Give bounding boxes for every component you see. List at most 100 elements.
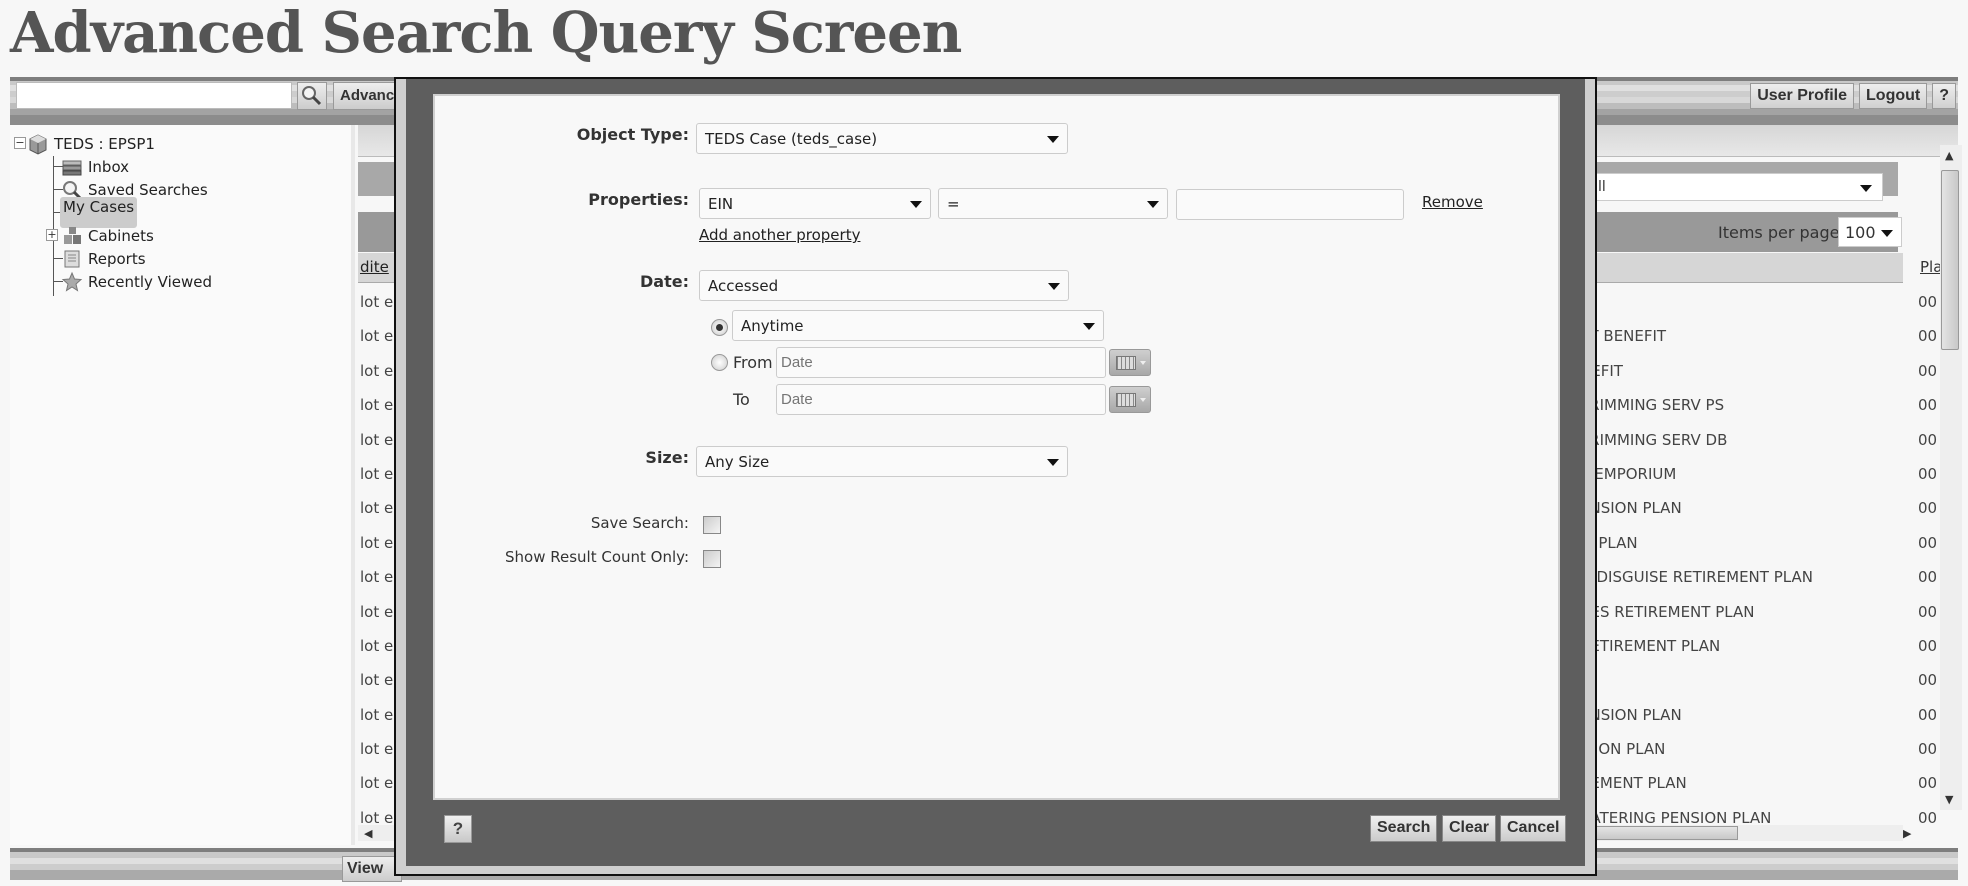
date-range-select[interactable]: Anytime xyxy=(732,310,1104,341)
page-title: Advanced Search Query Screen xyxy=(10,0,962,66)
advanced-search-dialog: Object Type: TEDS Case (teds_case) Prope… xyxy=(394,77,1597,876)
sidebar-item-reports[interactable]: Reports xyxy=(16,247,212,270)
magnifier-icon xyxy=(302,86,322,106)
object-type-label: Object Type: xyxy=(576,125,689,144)
table-cell: 00 xyxy=(1918,293,1938,311)
scrollbar-thumb[interactable] xyxy=(1941,170,1959,350)
user-profile-button[interactable]: User Profile xyxy=(1750,83,1855,109)
quick-search-input[interactable] xyxy=(16,82,292,109)
chevron-down-icon xyxy=(1083,323,1095,330)
sidebar-item-my-cases[interactable]: My Cases xyxy=(16,197,212,228)
reports-icon xyxy=(60,248,84,270)
chevron-down-icon xyxy=(1048,283,1060,290)
property-field-value: EIN xyxy=(708,195,734,213)
save-search-checkbox[interactable] xyxy=(703,516,721,534)
scroll-up-icon[interactable]: ▲ xyxy=(1945,149,1953,162)
table-cell: 00 xyxy=(1918,396,1938,415)
scroll-left-icon[interactable]: ◀ xyxy=(364,827,372,840)
save-search-label: Save Search: xyxy=(590,514,689,532)
table-cell: 00 xyxy=(1918,740,1938,759)
navigation-tree: − TEDS : EPSP1 Inbox Saved Searches My C… xyxy=(14,132,212,296)
items-per-page-select[interactable]: 100 xyxy=(1838,217,1902,247)
sidebar-item-cabinets[interactable]: + Cabinets xyxy=(16,224,212,247)
table-cell: 00 xyxy=(1918,808,1938,827)
dialog-form-panel: Object Type: TEDS Case (teds_case) Prope… xyxy=(433,94,1560,800)
scroll-right-icon[interactable]: ▶ xyxy=(1903,827,1911,840)
chevron-down-icon xyxy=(1147,201,1159,208)
tree-connector xyxy=(53,189,63,190)
navigation-tree-panel: − TEDS : EPSP1 Inbox Saved Searches My C… xyxy=(10,125,355,845)
table-cell: lot e xyxy=(360,499,394,518)
table-cell: TRIMMING SERV PS xyxy=(1580,396,1725,415)
calendar-icon xyxy=(1116,393,1136,407)
table-cell: 00 xyxy=(1918,671,1938,690)
table-cell: 00 xyxy=(1918,361,1938,380)
calendar-icon xyxy=(1116,356,1136,370)
to-date-input[interactable] xyxy=(776,384,1106,415)
collapse-toggle[interactable]: − xyxy=(14,137,26,149)
column-header-label[interactable]: dite xyxy=(360,258,389,276)
date-type-select[interactable]: Accessed xyxy=(699,270,1069,301)
table-cell: lot e xyxy=(360,671,394,690)
table-cell: CES RETIREMENT PLAN xyxy=(1580,602,1755,621)
to-label: To xyxy=(733,390,750,409)
filter-select[interactable]: ll xyxy=(1593,173,1883,201)
table-cell: 00 xyxy=(1918,602,1938,621)
table-cell: lot e xyxy=(360,636,394,655)
sidebar-item-label: Saved Searches xyxy=(88,180,208,199)
properties-label: Properties: xyxy=(588,190,689,209)
clear-button[interactable]: Clear xyxy=(1442,815,1497,842)
table-cell: 00 xyxy=(1918,327,1938,346)
cabinets-icon xyxy=(60,225,84,247)
logout-button[interactable]: Logout xyxy=(1859,83,1928,109)
table-cell: 00 xyxy=(1918,464,1938,483)
anytime-radio[interactable] xyxy=(711,319,728,336)
cancel-button[interactable]: Cancel xyxy=(1500,815,1567,842)
remove-property-link[interactable]: Remove xyxy=(1422,193,1483,211)
table-cell: lot e xyxy=(360,327,394,346)
table-cell: 00 xyxy=(1918,705,1938,724)
result-count-only-checkbox[interactable] xyxy=(703,550,721,568)
table-cell: lot e xyxy=(360,396,394,415)
property-operator-select[interactable]: = xyxy=(938,188,1168,219)
date-range-radio[interactable] xyxy=(711,354,728,371)
chevron-down-icon xyxy=(1881,230,1893,237)
sidebar-item-recently-viewed[interactable]: Recently Viewed xyxy=(16,270,212,293)
size-select[interactable]: Any Size xyxy=(696,446,1068,477)
scroll-down-icon[interactable]: ▼ xyxy=(1945,793,1953,806)
date-type-value: Accessed xyxy=(708,277,779,295)
property-field-select[interactable]: EIN xyxy=(699,188,931,219)
to-calendar-button[interactable] xyxy=(1109,386,1151,413)
table-cell: 00 xyxy=(1918,636,1938,655)
filter-select-value: ll xyxy=(1598,179,1606,195)
quick-search-button[interactable] xyxy=(297,82,327,110)
add-property-link[interactable]: Add another property xyxy=(699,226,860,244)
chevron-down-icon xyxy=(1140,398,1146,402)
table-cell: lot e xyxy=(360,361,394,380)
expand-toggle[interactable]: + xyxy=(46,229,58,241)
help-button[interactable]: ? xyxy=(1932,83,1956,109)
tree-root-label: TEDS : EPSP1 xyxy=(54,134,155,153)
table-cell: 00 xyxy=(1918,568,1938,587)
property-operator-value: = xyxy=(947,195,960,213)
tree-root[interactable]: − TEDS : EPSP1 xyxy=(14,132,212,155)
from-calendar-button[interactable] xyxy=(1109,349,1151,376)
table-cell: lot e xyxy=(360,293,394,311)
tree-connector xyxy=(53,166,63,167)
repository-icon xyxy=(26,133,50,155)
from-date-input[interactable] xyxy=(776,347,1106,378)
view-button[interactable]: View xyxy=(342,856,402,882)
property-value-input[interactable] xyxy=(1176,189,1404,220)
search-button[interactable]: Search xyxy=(1370,815,1438,842)
sidebar-item-inbox[interactable]: Inbox xyxy=(16,155,212,178)
vertical-scrollbar[interactable]: ▲ ▼ xyxy=(1940,145,1962,810)
table-cell: 00 xyxy=(1918,774,1938,793)
table-cell: 00 xyxy=(1918,533,1938,552)
table-cell: lot e xyxy=(360,533,394,552)
sidebar-item-label: Recently Viewed xyxy=(88,272,212,291)
chevron-down-icon xyxy=(1140,361,1146,365)
dialog-help-button[interactable]: ? xyxy=(444,815,472,843)
object-type-select[interactable]: TEDS Case (teds_case) xyxy=(696,123,1068,154)
sidebar-item-label: Inbox xyxy=(88,157,130,176)
chevron-down-icon xyxy=(1047,136,1059,143)
